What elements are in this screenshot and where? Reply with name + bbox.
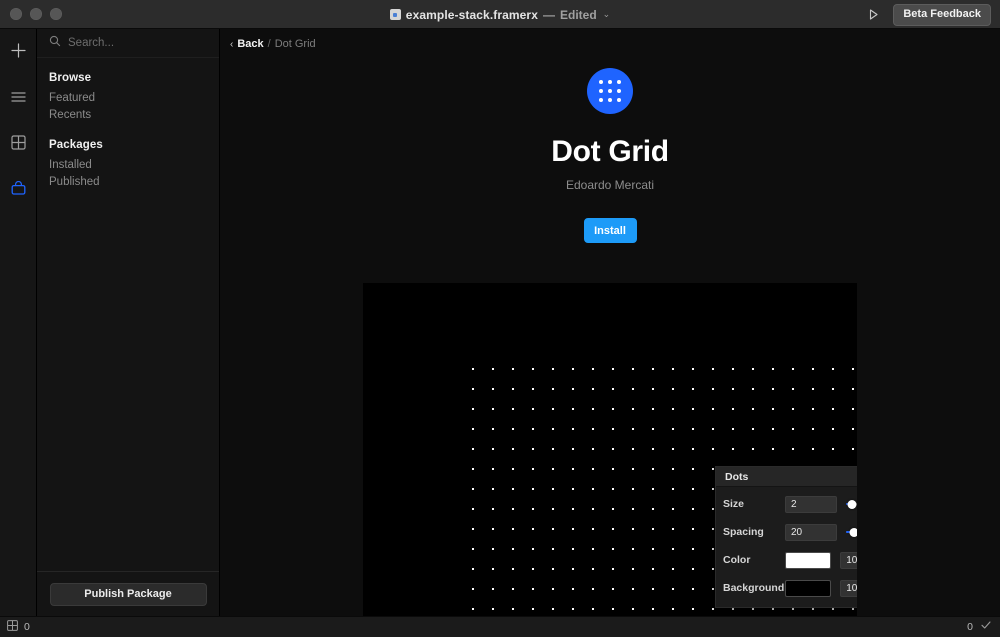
spacing-slider[interactable] — [846, 524, 857, 541]
rail-item-packages[interactable] — [4, 177, 32, 205]
properties-panel-body: Size 2 Spacing 20 Color 10 Background 10 — [716, 487, 857, 607]
edited-status: Edited — [559, 7, 597, 22]
sidebar-item-featured[interactable]: Featured — [49, 90, 219, 107]
property-row-spacing: Spacing 20 — [723, 521, 857, 543]
packages-sidebar: Search... Browse Featured Recents Packag… — [37, 29, 220, 616]
rail-item-layers[interactable] — [4, 85, 32, 113]
dot-grid-icon — [587, 68, 633, 114]
status-left-count: 0 — [24, 621, 30, 633]
spacing-slider-knob[interactable] — [849, 527, 857, 537]
document-title-group: example-stack.framerx — Edited ⌄ — [0, 0, 1000, 29]
size-input[interactable]: 2 — [785, 495, 837, 513]
plus-icon — [10, 42, 27, 64]
properties-panel: Dots Size 2 Spacing 20 Color 10 Backgrou… — [715, 466, 857, 608]
breadcrumb-current: Dot Grid — [274, 38, 316, 50]
size-slider-knob[interactable] — [847, 499, 857, 509]
package-icon — [10, 180, 27, 201]
rail-item-insert[interactable] — [4, 39, 32, 67]
layers-icon — [10, 90, 27, 109]
publish-package-button[interactable]: Publish Package — [49, 582, 207, 606]
page-title: Dot Grid — [551, 135, 669, 168]
minimize-button[interactable] — [30, 8, 42, 20]
document-title: example-stack.framerx — [405, 7, 538, 22]
property-label-background: Background — [723, 582, 785, 594]
color-swatch[interactable] — [785, 551, 832, 569]
grid-icon — [10, 135, 26, 155]
status-bar: 0 0 — [0, 616, 1000, 637]
rail-item-canvas[interactable] — [4, 131, 32, 159]
breadcrumb-back-link[interactable]: Back — [237, 38, 263, 50]
background-swatch[interactable] — [785, 579, 832, 597]
property-label-spacing: Spacing — [723, 526, 764, 538]
search-bar[interactable]: Search... — [37, 29, 219, 58]
breadcrumb: ‹ Back / Dot Grid — [230, 38, 316, 50]
check-icon[interactable] — [980, 618, 992, 636]
main-content: ‹ Back / Dot Grid Dot Grid Edoardo Merca… — [220, 29, 1000, 616]
property-row-background: Background 100 — [723, 577, 857, 599]
icon-rail — [0, 29, 37, 616]
property-row-size: Size 2 — [723, 493, 857, 515]
sidebar-item-published[interactable]: Published — [49, 174, 219, 191]
grid-icon[interactable] — [7, 618, 18, 636]
sidebar-nav: Browse Featured Recents Packages Install… — [37, 58, 219, 191]
traffic-lights — [0, 8, 62, 20]
search-input[interactable]: Search... — [68, 37, 114, 49]
beta-feedback-button[interactable]: Beta Feedback — [893, 3, 991, 26]
properties-panel-header: Dots — [716, 467, 857, 487]
sidebar-item-recents[interactable]: Recents — [49, 107, 219, 124]
app-window: example-stack.framerx — Edited ⌄ Beta Fe… — [0, 0, 1000, 637]
sidebar-item-installed[interactable]: Installed — [49, 157, 219, 174]
spacing-input[interactable]: 20 — [785, 523, 837, 541]
sidebar-heading-packages: Packages — [49, 139, 103, 151]
sidebar-heading-browse: Browse — [49, 72, 92, 84]
status-right: 0 — [967, 618, 992, 636]
zoom-button[interactable] — [50, 8, 62, 20]
play-icon[interactable] — [864, 6, 882, 24]
chevron-down-icon[interactable]: ⌄ — [603, 9, 611, 20]
preview-canvas: Dots Size 2 Spacing 20 Color 10 Backgrou… — [363, 283, 857, 616]
breadcrumb-separator: / — [267, 38, 271, 50]
status-right-count: 0 — [967, 621, 973, 633]
size-slider[interactable] — [846, 496, 857, 513]
package-author: Edoardo Mercati — [565, 178, 655, 192]
status-left: 0 — [0, 618, 30, 636]
background-opacity-input[interactable]: 100 — [840, 579, 857, 597]
color-opacity-input[interactable]: 100 — [840, 551, 857, 569]
property-row-color: Color 100 — [723, 549, 857, 571]
title-separator: — — [542, 7, 555, 22]
property-label-size: Size — [723, 498, 745, 510]
package-header: Dot Grid Edoardo Mercati Install — [220, 68, 1000, 243]
title-bar: example-stack.framerx — Edited ⌄ Beta Fe… — [0, 0, 1000, 29]
sidebar-footer: Publish Package — [37, 571, 219, 616]
close-button[interactable] — [10, 8, 22, 20]
chevron-left-icon[interactable]: ‹ — [230, 39, 233, 50]
titlebar-actions: Beta Feedback — [864, 0, 991, 29]
document-file-icon — [389, 9, 401, 20]
property-label-color: Color — [723, 554, 751, 566]
search-icon — [49, 34, 61, 52]
install-button[interactable]: Install — [583, 218, 637, 243]
